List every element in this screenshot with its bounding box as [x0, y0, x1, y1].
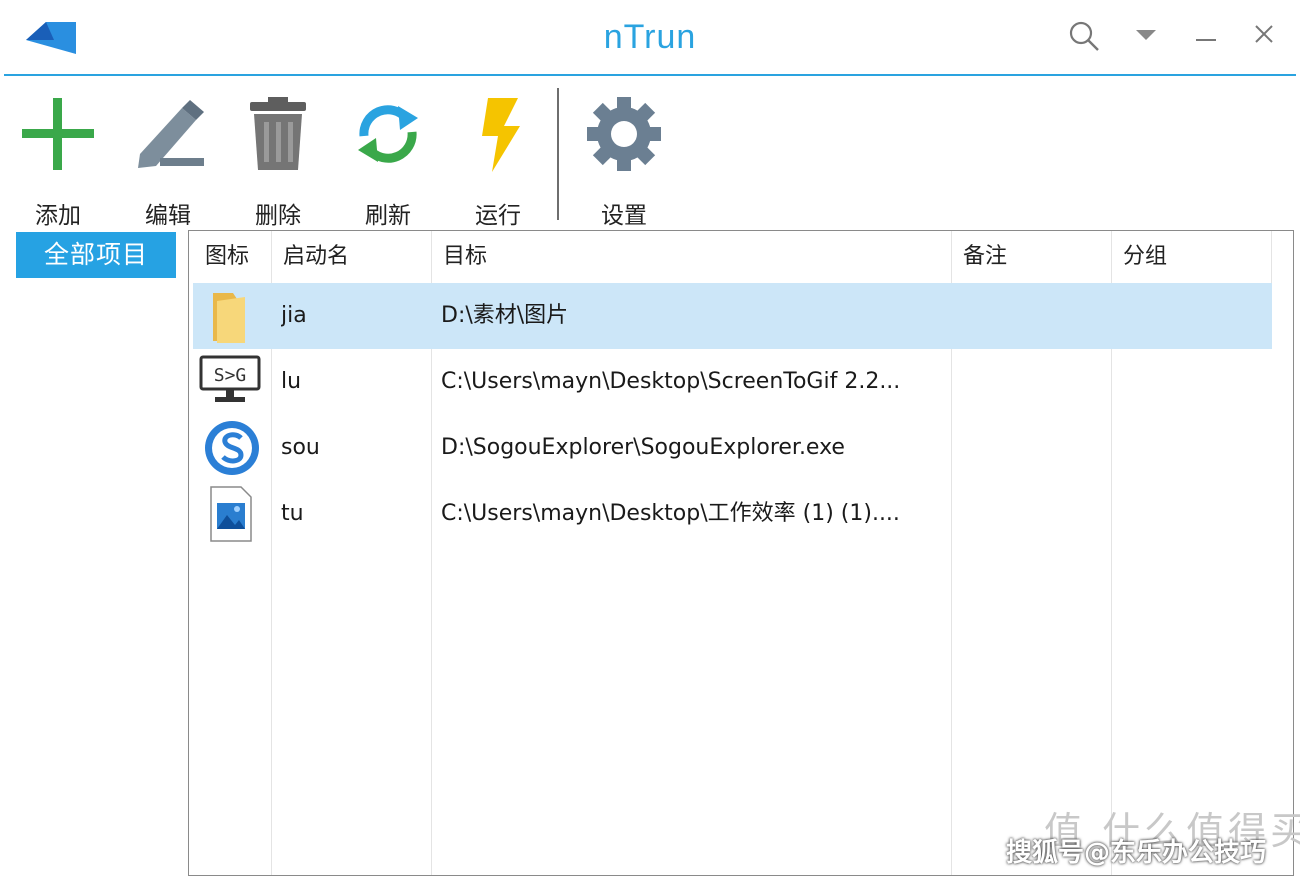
row-target: C:\Users\mayn\Desktop\工作效率 (1) (1)....	[441, 501, 900, 526]
column-header-icon[interactable]: 图标	[193, 231, 271, 281]
sogou-browser-icon	[205, 421, 259, 475]
row-target: D:\素材\图片	[441, 303, 569, 328]
title-bar: nTrun	[0, 0, 1300, 74]
svg-text:S>G: S>G	[214, 365, 247, 386]
row-name: sou	[281, 435, 320, 460]
lightning-icon	[482, 98, 520, 172]
column-header-target[interactable]: 目标	[431, 231, 951, 281]
edit-label: 编辑	[145, 203, 191, 229]
group-item-all[interactable]: 全部项目	[16, 232, 176, 278]
settings-label: 设置	[601, 203, 647, 229]
list-row-jia[interactable]: jia D:\素材\图片	[193, 283, 1272, 349]
search-icon[interactable]	[1066, 18, 1102, 54]
pencil-icon	[138, 100, 204, 168]
toolbar: 添加 编辑 删除 刷新 运行 设置	[0, 78, 1300, 229]
delete-label: 删除	[255, 203, 301, 229]
toolbar-divider	[557, 88, 559, 220]
edit-button[interactable]: 编辑	[118, 90, 218, 229]
column-header-note[interactable]: 备注	[951, 231, 1111, 281]
row-target: D:\SogouExplorer\SogouExplorer.exe	[441, 435, 845, 460]
run-button[interactable]: 运行	[448, 90, 548, 229]
dropdown-icon[interactable]	[1128, 18, 1164, 54]
list-header: 图标 启动名 目标 备注 分组	[189, 231, 1293, 281]
title-accent-line	[4, 74, 1296, 76]
window-title: nTrun	[603, 18, 697, 56]
trash-icon	[250, 97, 306, 170]
list-row-sou[interactable]: sou D:\SogouExplorer\SogouExplorer.exe	[193, 415, 1272, 481]
column-divider	[1271, 231, 1272, 283]
minimize-icon[interactable]	[1188, 18, 1224, 54]
watermark-text: 搜狐号@东乐办公技巧	[1006, 838, 1267, 868]
close-icon[interactable]	[1246, 18, 1282, 54]
add-label: 添加	[35, 203, 81, 229]
refresh-button[interactable]: 刷新	[338, 90, 438, 229]
group-sidebar: 全部项目	[0, 228, 182, 880]
column-header-group[interactable]: 分组	[1111, 231, 1271, 281]
list-row-lu[interactable]: S>G lu C:\Users\mayn\Desktop\ScreenToGif…	[193, 349, 1272, 415]
gear-icon	[587, 97, 661, 171]
column-header-name[interactable]: 启动名	[271, 231, 431, 281]
row-name: tu	[281, 501, 304, 526]
refresh-label: 刷新	[365, 203, 411, 229]
folder-icon	[213, 293, 245, 343]
plus-icon	[22, 98, 94, 170]
row-name: jia	[281, 303, 307, 328]
add-button[interactable]: 添加	[8, 90, 108, 229]
row-target: C:\Users\mayn\Desktop\ScreenToGif 2.2...	[441, 369, 901, 394]
row-name: lu	[281, 369, 302, 394]
list-row-tu[interactable]: tu C:\Users\mayn\Desktop\工作效率 (1) (1)...…	[193, 481, 1272, 547]
screentogif-icon: S>G	[199, 355, 261, 402]
run-label: 运行	[475, 203, 521, 229]
delete-button[interactable]: 删除	[228, 90, 328, 229]
settings-button[interactable]: 设置	[574, 90, 674, 229]
shortcut-list[interactable]: 图标 启动名 目标 备注 分组 jia D:\素材\图片 S>G lu C:\U…	[188, 230, 1294, 876]
refresh-icon	[358, 105, 418, 163]
image-file-icon	[210, 486, 252, 542]
